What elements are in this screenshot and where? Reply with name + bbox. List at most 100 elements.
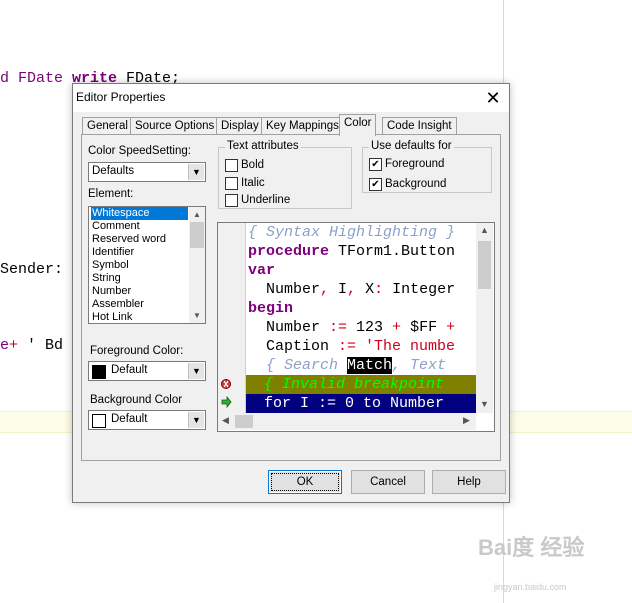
foreground-color-value: Default — [111, 364, 148, 376]
tab-color[interactable]: Color — [339, 114, 377, 136]
search-match-highlight: Match — [347, 357, 393, 374]
background-color-label: Background Color — [90, 394, 183, 406]
italic-label: Italic — [241, 177, 265, 189]
tab-key-mappings[interactable]: Key Mappings — [261, 117, 344, 135]
code-identifier: Caption — [248, 338, 339, 355]
scrollbar-thumb[interactable] — [190, 222, 204, 248]
checkmark-icon[interactable]: ✔ — [369, 158, 382, 171]
list-item[interactable]: String — [91, 272, 188, 285]
preview-gutter — [218, 223, 246, 413]
scroll-down-icon[interactable]: ▼ — [480, 399, 489, 409]
preview-comment-line: { Syntax Highlighting } — [248, 224, 456, 241]
scroll-up-icon[interactable]: ▲ — [480, 225, 489, 235]
scroll-left-icon[interactable]: ◀ — [222, 415, 229, 426]
background-color-swatch — [92, 414, 106, 428]
color-speedsetting-value: Defaults — [92, 165, 135, 177]
scrollbar-thumb[interactable] — [235, 415, 253, 428]
code-line-sender: Sender: — [0, 261, 64, 278]
help-button[interactable]: Help — [432, 470, 506, 494]
tab-general[interactable]: General — [82, 117, 133, 135]
tab-display[interactable]: Display — [216, 117, 264, 135]
close-icon[interactable]: ✕ — [483, 88, 503, 108]
baidu-watermark: Bai度 经验 — [478, 535, 585, 560]
list-item[interactable]: Comment — [91, 220, 188, 233]
ok-button[interactable]: OK — [268, 470, 342, 494]
preview-number-line: Number := 123 + $FF + — [248, 318, 455, 337]
checkbox-icon[interactable] — [225, 177, 238, 190]
preview-var-line: var — [248, 262, 276, 279]
chevron-down-icon[interactable]: ▼ — [188, 412, 204, 428]
foreground-color-swatch — [92, 365, 106, 379]
element-list-scrollbar[interactable]: ▲ ▼ — [189, 207, 205, 323]
code-identifier: Number — [248, 319, 330, 336]
list-item[interactable]: Symbol — [91, 259, 188, 272]
preview-begin-line: begin — [248, 300, 294, 317]
preview-execution-line: for I := 0 to Number — [246, 394, 476, 413]
code-symbol: + — [392, 319, 402, 336]
color-speedsetting-label: Color SpeedSetting: — [88, 145, 191, 157]
chevron-down-icon[interactable]: ▼ — [188, 164, 204, 180]
background-color-value: Default — [111, 413, 148, 425]
scroll-up-icon[interactable]: ▲ — [189, 207, 205, 222]
list-item[interactable]: Whitespace — [91, 207, 188, 220]
code-symbol: : — [374, 281, 384, 298]
list-item[interactable]: Number — [91, 285, 188, 298]
cancel-button[interactable]: Cancel — [351, 470, 425, 494]
use-defaults-label: Use defaults for — [369, 140, 454, 152]
title-bar: Editor Properties ✕ — [73, 84, 509, 112]
code-text: ' Bd — [18, 337, 64, 354]
checkmark-icon[interactable]: ✔ — [369, 178, 382, 191]
tab-source-options[interactable]: Source Options — [130, 117, 220, 135]
code-identifier: I — [329, 281, 348, 298]
background-default-label: Background — [385, 178, 447, 190]
syntax-preview[interactable]: { Syntax Highlighting } procedure TForm1… — [217, 222, 495, 432]
gutter-icons — [221, 379, 232, 409]
foreground-default-label: Foreground — [385, 158, 445, 170]
background-color-select[interactable]: Default ▼ — [88, 410, 206, 430]
preview-vertical-scrollbar[interactable]: ▲ ▼ — [476, 223, 493, 413]
foreground-color-label: Foreground Color: — [90, 345, 184, 357]
color-speedsetting-select[interactable]: Defaults ▼ — [88, 162, 206, 182]
code-number: $FF — [401, 319, 447, 336]
element-listbox[interactable]: Whitespace Comment Reserved word Identif… — [88, 206, 206, 324]
preview-caption-line: Caption := 'The numbe — [248, 337, 455, 356]
dialog-title: Editor Properties — [76, 90, 166, 104]
checkbox-icon[interactable] — [225, 194, 238, 207]
scrollbar-thumb[interactable] — [478, 241, 491, 289]
editor-properties-dialog: Editor Properties ✕ General Source Optio… — [72, 83, 510, 503]
code-number: 123 — [347, 319, 393, 336]
code-identifier: Integer — [383, 281, 456, 298]
list-item[interactable]: Assembler — [91, 298, 188, 311]
code-symbol: := — [329, 319, 348, 336]
code-line-string: e+ ' Bd — [0, 337, 63, 354]
list-item[interactable]: Reserved word — [91, 233, 188, 246]
use-defaults-group: Use defaults for ✔ Foreground ✔ Backgrou… — [362, 140, 492, 193]
list-item[interactable]: Hot Link — [91, 311, 188, 323]
preview-procedure-line: procedure TForm1.Button — [248, 242, 455, 261]
chevron-down-icon[interactable]: ▼ — [188, 363, 204, 379]
code-identifier: X — [356, 281, 375, 298]
watermark-url: jingyan.baidu.com — [494, 582, 567, 592]
bold-label: Bold — [241, 159, 265, 171]
preview-horizontal-scrollbar[interactable]: ◀ ▶ — [218, 413, 476, 430]
code-symbol: := — [338, 338, 357, 355]
code-keyword: procedure — [248, 243, 330, 260]
execution-point-icon — [221, 395, 232, 409]
tab-code-insight[interactable]: Code Insight — [382, 117, 457, 135]
code-identifier: Number — [248, 281, 321, 298]
foreground-color-select[interactable]: Default ▼ — [88, 361, 206, 381]
text-attributes-group: Text attributes Bold Italic Underline — [218, 140, 352, 209]
code-text: e — [0, 337, 10, 354]
code-string: 'The numbe — [356, 338, 456, 355]
code-identifier: TForm1.Button — [329, 243, 456, 260]
scroll-down-icon[interactable]: ▼ — [189, 308, 205, 323]
element-label: Element: — [88, 188, 134, 200]
checkbox-icon[interactable] — [225, 159, 238, 172]
code-symbol: + — [9, 337, 19, 354]
list-item[interactable]: Identifier — [91, 246, 188, 259]
scroll-right-icon[interactable]: ▶ — [463, 415, 470, 426]
preview-invalid-breakpoint-line: { Invalid breakpoint — [246, 375, 476, 394]
code-comment: { Search — [248, 357, 348, 374]
preview-decl-line: Number, I, X: Integer — [248, 280, 455, 299]
preview-search-line: { Search Match, Text — [248, 356, 446, 375]
